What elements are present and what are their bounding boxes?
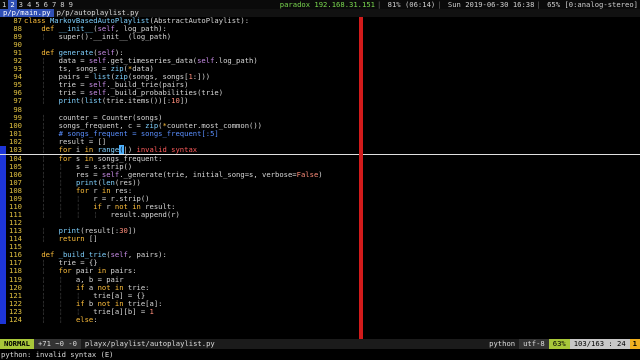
change-marker xyxy=(0,299,6,308)
code-line[interactable]: 89 ¦ super().__init__(log_path) xyxy=(0,33,640,41)
change-marker xyxy=(0,178,6,187)
change-marker xyxy=(0,122,6,130)
code-editor[interactable]: 87 class MarkovBasedAutoPlaylist(Abstract… xyxy=(0,17,640,339)
scroll-percent: 63% xyxy=(548,339,570,349)
change-marker xyxy=(0,283,6,292)
change-marker xyxy=(0,145,6,154)
file-path: playx/playlist/autoplaylist.py xyxy=(84,339,215,348)
column-ruler xyxy=(359,17,363,339)
change-marker xyxy=(0,130,6,138)
change-marker xyxy=(0,97,6,105)
change-marker xyxy=(0,259,6,268)
battery-status: 81% (06:14) xyxy=(387,0,436,9)
change-marker xyxy=(0,267,6,276)
code-text[interactable]: ¦ for i in range(|) invalid syntax xyxy=(24,144,197,154)
mode-indicator: NORMAL xyxy=(0,339,34,349)
code-line[interactable]: 111 ¦ ¦ ¦ ¦ result.append(r) xyxy=(0,211,640,220)
change-marker xyxy=(0,219,6,228)
change-marker xyxy=(0,65,6,73)
code-text[interactable]: ¦ ¦ else: xyxy=(24,315,97,324)
change-marker xyxy=(0,315,6,324)
change-marker xyxy=(0,33,6,41)
change-marker xyxy=(0,106,6,114)
code-text[interactable]: ¦ return [] xyxy=(24,235,97,243)
code-line[interactable]: 124 ¦ ¦ else: xyxy=(0,314,640,324)
change-marker xyxy=(0,275,6,284)
code-text[interactable]: ¦ print(list(trie.items())[:10]) xyxy=(24,97,188,105)
change-marker xyxy=(0,227,6,236)
code-text[interactable]: ¦ super().__init__(log_path) xyxy=(24,33,171,41)
cursor-position: 103/163 : 24 xyxy=(569,339,630,349)
system-status: paradox 192.168.31.151 | 81% (06:14) | Sun… xyxy=(279,0,638,9)
change-marker xyxy=(0,25,6,33)
warning-count: 1 xyxy=(629,339,640,349)
change-marker xyxy=(0,170,6,179)
git-diff-summary: +71 ~0 -0 xyxy=(33,339,81,349)
encoding: utf-8 xyxy=(519,339,549,349)
line-number: 103 xyxy=(9,144,22,154)
code-line[interactable]: 114 ¦ return [] xyxy=(0,235,640,244)
volume-status: 65% xyxy=(547,0,561,9)
clock: Sun 2019-06-30 16:38 xyxy=(447,0,535,9)
command-line[interactable]: python: invalid syntax (E) xyxy=(0,349,640,360)
tab-autoplaylist-py[interactable]: p/p/autoplaylist.py xyxy=(54,9,142,17)
change-marker xyxy=(0,251,6,260)
change-marker xyxy=(0,195,6,204)
change-marker xyxy=(0,17,6,25)
change-marker xyxy=(0,154,6,163)
change-marker xyxy=(0,203,6,212)
change-marker xyxy=(0,89,6,97)
change-marker xyxy=(0,41,6,49)
change-marker xyxy=(0,57,6,65)
vim-tabline: p/p/main.py p/p/autoplaylist.py xyxy=(0,9,640,17)
change-marker xyxy=(0,291,6,300)
change-marker xyxy=(0,186,6,196)
audio-sink: [0:analog-stereo] xyxy=(564,0,638,9)
vim-statusline: NORMAL +71 ~0 -0 playx/playlist/autoplay… xyxy=(0,339,640,349)
tab-main-py[interactable]: p/p/main.py xyxy=(0,9,54,17)
change-marker xyxy=(0,114,6,122)
network-status: paradox 192.168.31.151 xyxy=(279,0,375,9)
change-marker xyxy=(0,243,6,252)
line-number: 124 xyxy=(9,314,22,324)
code-line[interactable]: 97 ¦ print(list(trie.items())[:10]) xyxy=(0,97,640,105)
change-marker xyxy=(0,138,6,146)
filetype: python xyxy=(489,339,516,348)
change-marker xyxy=(0,49,6,57)
change-marker xyxy=(0,73,6,81)
change-marker xyxy=(0,81,6,89)
change-marker xyxy=(0,162,6,171)
code-text[interactable]: ¦ ¦ ¦ ¦ result.append(r) xyxy=(24,211,179,219)
change-marker xyxy=(0,235,6,244)
change-marker xyxy=(0,307,6,316)
change-marker xyxy=(0,211,6,220)
